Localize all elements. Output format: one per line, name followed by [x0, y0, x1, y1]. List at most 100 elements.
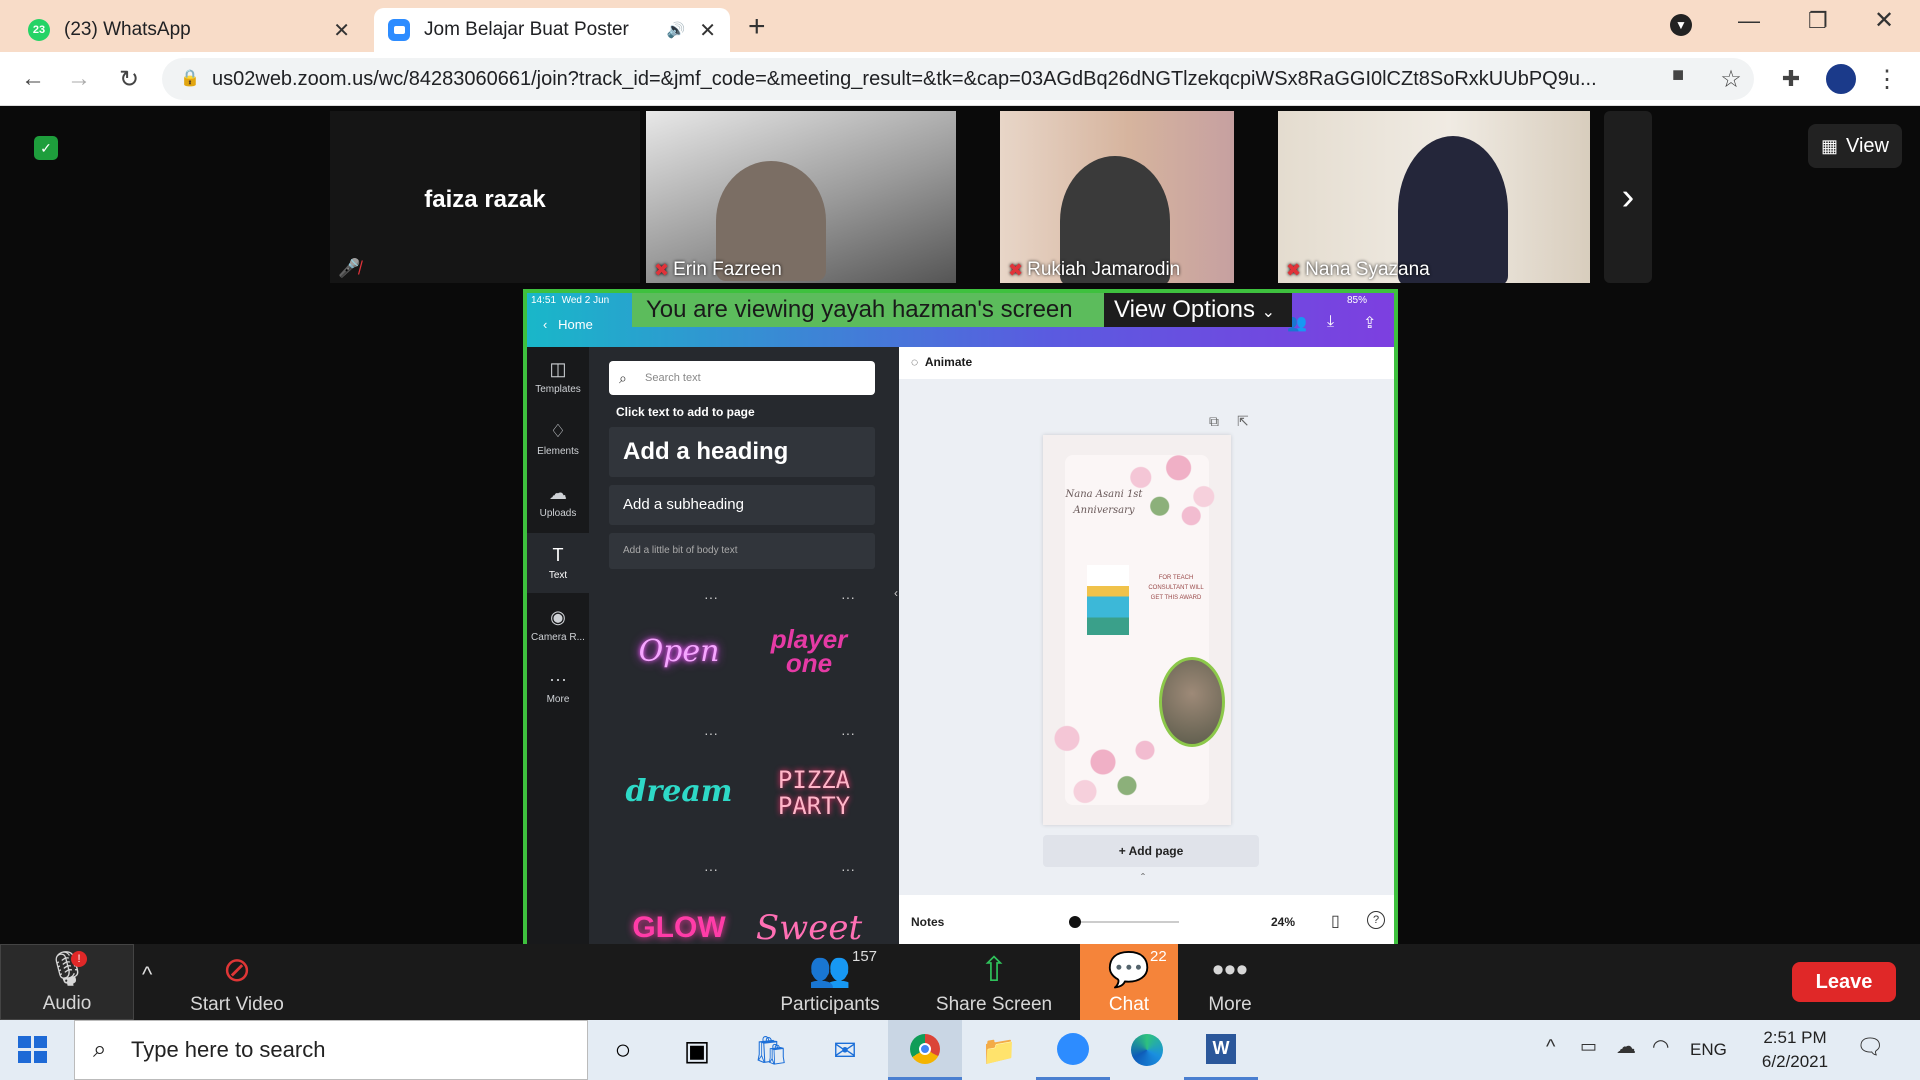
style-options-icon[interactable]: ···	[704, 725, 718, 741]
participant-tile[interactable]: ✖ Erin Fazreen	[646, 111, 956, 283]
animate-header	[899, 347, 1394, 379]
edge-icon[interactable]	[1110, 1020, 1184, 1080]
chat-bubble-icon: 💬	[1107, 951, 1151, 989]
text-style-dream[interactable]: dream	[619, 757, 739, 827]
style-options-icon[interactable]: ···	[704, 589, 718, 605]
share-screen-button[interactable]: ⇧ Share Screen	[932, 944, 1056, 1020]
forward-arrow-icon[interactable]: →	[62, 62, 96, 96]
tab-zoom-meeting[interactable]: Jom Belajar Buat Poster 🔊 ✕	[374, 8, 730, 52]
chrome-icon[interactable]	[888, 1020, 962, 1080]
whatsapp-icon: 23	[28, 19, 50, 41]
participant-tile[interactable]: ✖ Nana Syazana	[1278, 111, 1590, 283]
shared-screen[interactable]: 14:51 Wed 2 Jun 85% ‹ Home 👥 ⤓ ⇪ You are…	[523, 289, 1398, 949]
tab-whatsapp[interactable]: 23 (23) WhatsApp ✕	[14, 8, 364, 52]
add-page-button[interactable]: + Add page	[1043, 835, 1259, 867]
add-page-icon[interactable]: ⇱	[1237, 413, 1249, 430]
rail-more[interactable]: ··· More	[527, 657, 589, 717]
canva-editor-canvas: ◌ Animate ⧉ ⇱ Nana Asani 1st Anniversary…	[899, 347, 1394, 945]
more-button[interactable]: ••• More	[1200, 944, 1260, 1020]
minimize-button[interactable]: —	[1738, 8, 1760, 34]
restore-button[interactable]: ❐	[1808, 8, 1828, 34]
upload-icon: ☁	[549, 483, 567, 503]
address-bar[interactable]: 🔒 us02web.zoom.us/wc/84283060661/join?tr…	[162, 58, 1754, 100]
next-participants-button[interactable]: ›	[1604, 111, 1652, 283]
page-count-icon[interactable]: ▯	[1331, 911, 1340, 931]
rail-templates[interactable]: ◫ Templates	[527, 347, 589, 407]
add-subheading-button[interactable]: Add a subheading	[609, 485, 875, 525]
audio-options-chevron[interactable]: ^	[142, 962, 152, 988]
battery-icon[interactable]: ▭	[1580, 1036, 1597, 1057]
start-video-button[interactable]: ⊘ Start Video	[184, 944, 290, 1020]
canva-share-icon[interactable]: ⇪	[1363, 313, 1376, 333]
view-button[interactable]: ▦ View	[1808, 124, 1902, 168]
style-options-icon[interactable]: ···	[841, 861, 855, 877]
menu-dots-icon[interactable]: ⋮	[1870, 62, 1904, 96]
audio-button[interactable]: 🎙 ! Audio	[0, 944, 134, 1020]
new-tab-button[interactable]: +	[748, 10, 766, 44]
url-text: us02web.zoom.us/wc/84283060661/join?trac…	[212, 68, 1597, 90]
add-heading-button[interactable]: Add a heading	[609, 427, 875, 477]
camera-icon[interactable]: ■	[1672, 64, 1684, 87]
tab-search-icon[interactable]: ▼	[1670, 14, 1692, 36]
zoom-meeting-area: ✓ faiza razak 🎤̸ ✖ Erin Fazreen ✖ Rukiah J…	[0, 106, 1920, 949]
reload-icon[interactable]: ↻	[112, 62, 146, 96]
participants-label: Participants	[780, 994, 880, 1015]
notifications-icon[interactable]: 🗨	[1856, 1034, 1884, 1060]
language-indicator[interactable]: ENG	[1690, 1040, 1727, 1060]
style-options-icon[interactable]: ···	[841, 725, 855, 741]
system-clock[interactable]: 2:51 PM 6/2/2021	[1752, 1026, 1838, 1074]
back-arrow-icon[interactable]: ←	[16, 62, 50, 96]
taskbar-search-box[interactable]: ⌕ Type here to search	[74, 1020, 588, 1080]
store-icon[interactable]: 🛍	[734, 1020, 808, 1080]
participants-button[interactable]: 👥 157 Participants	[776, 944, 884, 1020]
word-icon[interactable]: W	[1184, 1020, 1258, 1080]
close-tab-icon[interactable]: ✕	[333, 18, 350, 43]
file-explorer-icon[interactable]: 📁	[962, 1020, 1036, 1080]
rail-text[interactable]: T Text	[527, 533, 589, 593]
show-hidden-icons-chevron[interactable]: ^	[1546, 1036, 1555, 1059]
close-tab-icon[interactable]: ✕	[699, 18, 716, 43]
style-options-icon[interactable]: ···	[704, 861, 718, 877]
text-style-player-one[interactable]: player one	[749, 617, 869, 687]
participant-tile[interactable]: faiza razak 🎤̸	[330, 111, 640, 283]
bookmark-star-icon[interactable]: ☆	[1714, 62, 1748, 96]
chat-button[interactable]: 💬 22 Chat	[1080, 944, 1178, 1020]
leave-button[interactable]: Leave	[1792, 962, 1896, 1002]
muted-mic-icon: 🎤̸	[338, 258, 361, 278]
notes-button[interactable]: Notes	[911, 915, 944, 929]
rail-elements[interactable]: ♢ Elements	[527, 409, 589, 469]
collapse-arrow-icon[interactable]: ˆ	[1141, 871, 1145, 885]
rail-uploads[interactable]: ☁ Uploads	[527, 471, 589, 531]
animate-button[interactable]: ◌ Animate	[911, 355, 972, 369]
close-window-button[interactable]: ✕	[1874, 6, 1894, 35]
participant-tile[interactable]: ✖ Rukiah Jamarodin	[1000, 111, 1234, 283]
zoom-slider-knob[interactable]	[1069, 916, 1081, 928]
rail-camera[interactable]: ◉ Camera R...	[527, 595, 589, 655]
text-search-input[interactable]: ⌕ Search text	[609, 361, 875, 395]
mail-icon[interactable]: ✉	[808, 1020, 882, 1080]
task-view-icon[interactable]: ▣	[660, 1020, 734, 1080]
canva-download-icon[interactable]: ⤓	[1327, 313, 1334, 331]
wifi-icon[interactable]: ◠	[1652, 1034, 1669, 1059]
help-icon[interactable]: ?	[1367, 911, 1385, 929]
add-body-text-button[interactable]: Add a little bit of body text	[609, 533, 875, 569]
battery-status: 85%	[1347, 295, 1368, 306]
speaker-icon[interactable]: 🔊	[667, 21, 686, 39]
participant-name: Nana Syazana	[1305, 259, 1430, 280]
style-options-icon[interactable]: ···	[841, 589, 855, 605]
onedrive-icon[interactable]: ☁	[1616, 1034, 1636, 1059]
zoom-slider[interactable]	[1069, 916, 1179, 928]
profile-avatar[interactable]	[1824, 62, 1858, 96]
start-button[interactable]	[18, 1036, 48, 1064]
text-style-sweet[interactable]: Sweet	[749, 903, 869, 945]
cortana-icon[interactable]: ○	[586, 1020, 660, 1080]
copy-page-icon[interactable]: ⧉	[1209, 413, 1219, 430]
zoom-app-icon[interactable]	[1036, 1020, 1110, 1080]
extensions-icon[interactable]: ✚	[1774, 62, 1808, 96]
view-options-button[interactable]: View Options ⌄	[1104, 293, 1292, 327]
canva-home-button[interactable]: ‹ Home	[543, 317, 593, 332]
text-style-pizza-party[interactable]: PIZZA PARTY	[769, 767, 859, 827]
text-style-open[interactable]: Open	[619, 617, 739, 687]
poster-page[interactable]: Nana Asani 1st Anniversary FOR TEACH CON…	[1043, 435, 1231, 825]
text-style-glow[interactable]: GLOW	[619, 903, 739, 945]
